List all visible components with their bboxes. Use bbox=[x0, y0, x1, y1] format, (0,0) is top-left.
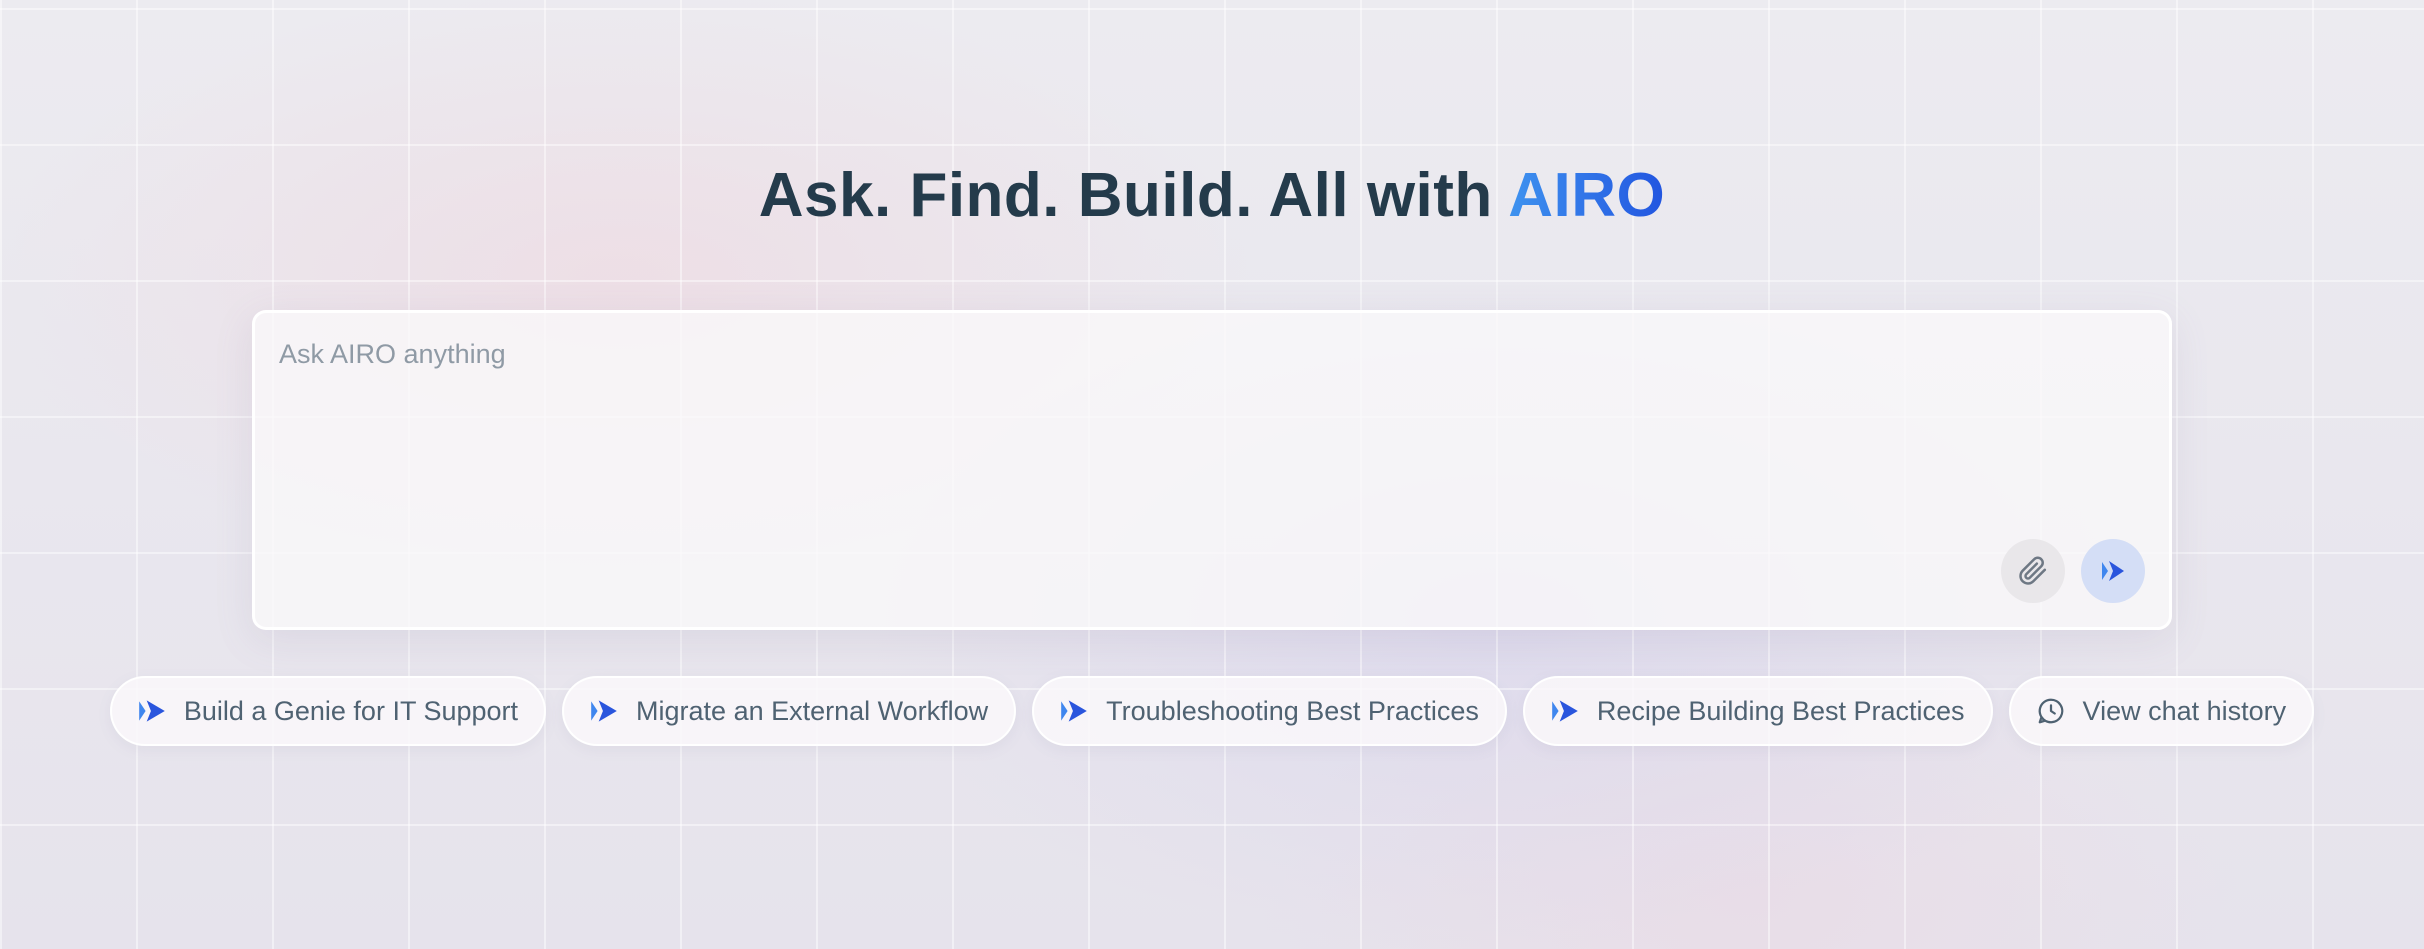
chip-troubleshooting[interactable]: Troubleshooting Best Practices bbox=[1032, 676, 1507, 746]
page-title-prefix: Ask. Find. Build. All with bbox=[758, 161, 1509, 230]
double-play-icon bbox=[1058, 695, 1090, 727]
chip-migrate-workflow[interactable]: Migrate an External Workflow bbox=[562, 676, 1017, 746]
chip-label: View chat history bbox=[2082, 695, 2287, 726]
double-play-icon bbox=[2098, 556, 2128, 586]
chip-build-genie[interactable]: Build a Genie for IT Support bbox=[109, 676, 547, 746]
page-title: Ask. Find. Build. All with AIRO bbox=[0, 160, 2424, 231]
double-play-icon bbox=[588, 695, 620, 727]
attach-button[interactable] bbox=[2001, 539, 2065, 603]
double-play-icon bbox=[136, 695, 168, 727]
chip-recipe-building[interactable]: Recipe Building Best Practices bbox=[1522, 676, 1993, 746]
paperclip-icon bbox=[2018, 556, 2048, 586]
clock-chat-icon bbox=[2035, 695, 2067, 727]
chip-label: Troubleshooting Best Practices bbox=[1106, 695, 1479, 726]
chip-label: Recipe Building Best Practices bbox=[1596, 695, 1965, 726]
prompt-input[interactable] bbox=[279, 339, 2099, 509]
brand-name: AIRO bbox=[1508, 161, 1666, 230]
suggestion-chips: Build a Genie for IT Support Migrate an … bbox=[0, 676, 2424, 746]
send-button[interactable] bbox=[2081, 539, 2145, 603]
chip-label: Migrate an External Workflow bbox=[636, 695, 989, 726]
double-play-icon bbox=[1549, 695, 1581, 727]
chip-view-chat-history[interactable]: View chat history bbox=[2008, 676, 2315, 746]
prompt-box bbox=[252, 310, 2172, 630]
chip-label: Build a Genie for IT Support bbox=[183, 695, 519, 726]
